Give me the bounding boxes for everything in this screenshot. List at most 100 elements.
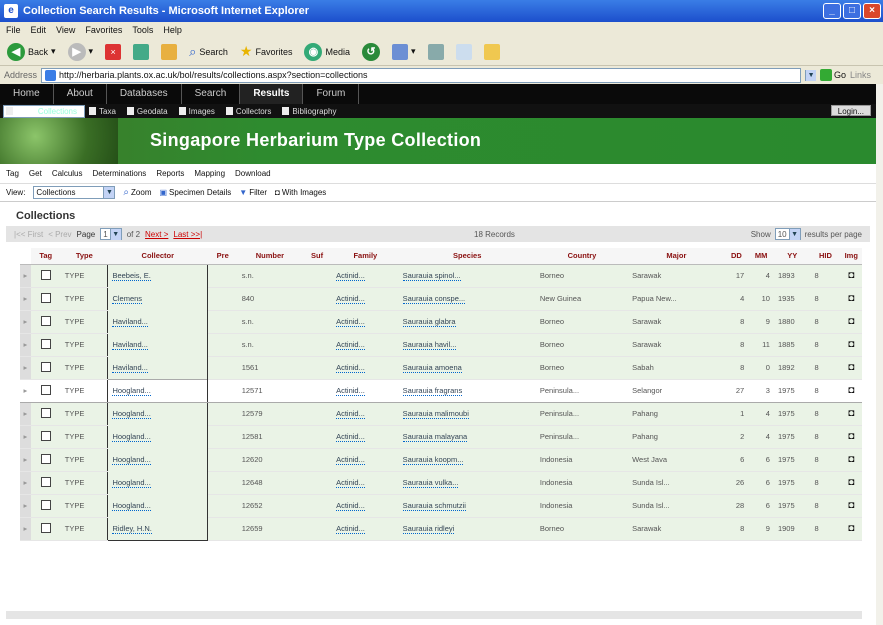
subnav-bibliography[interactable]: Bibliography xyxy=(282,107,343,116)
back-button[interactable]: ◀ Back ▾ xyxy=(4,41,59,63)
col-mm[interactable]: MM xyxy=(748,248,774,265)
row-expand-icon[interactable]: ▸ xyxy=(20,494,31,518)
appmenu-calculus[interactable]: Calculus xyxy=(52,169,83,178)
camera-icon[interactable]: ◘ xyxy=(840,517,862,541)
camera-icon[interactable]: ◘ xyxy=(840,448,862,472)
menu-file[interactable]: File xyxy=(6,25,21,35)
camera-icon[interactable]: ◘ xyxy=(840,471,862,495)
cell-collector[interactable]: Haviland... xyxy=(107,356,209,379)
specimen-details-button[interactable]: ▣ Specimen Details xyxy=(159,188,231,197)
col-family[interactable]: Family xyxy=(332,248,399,265)
last-page-link[interactable]: Last >>| xyxy=(173,230,202,239)
zoom-button[interactable]: ⌕ Zoom xyxy=(123,187,151,198)
cell-family[interactable]: Actinid... xyxy=(332,448,399,472)
search-button[interactable]: ⌕ Search xyxy=(186,41,231,63)
row-expand-icon[interactable]: ▸ xyxy=(20,356,31,380)
cell-species[interactable]: Saurauia fragrans xyxy=(398,378,536,403)
table-row[interactable]: ▸ TYPE Hoogland... 12581 Actinid... Saur… xyxy=(20,425,862,449)
subnav-geodata[interactable]: Geodata xyxy=(126,107,175,116)
row-expand-icon[interactable]: ▸ xyxy=(20,517,31,541)
first-page-link[interactable]: |<< First xyxy=(14,230,43,239)
cell-family[interactable]: Actinid... xyxy=(332,333,399,357)
cell-family[interactable]: Actinid... xyxy=(332,378,399,403)
col-dd[interactable]: DD xyxy=(724,248,749,265)
history-button[interactable]: ↺ xyxy=(359,41,383,63)
address-field[interactable]: http://herbaria.plants.ox.ac.uk/bol/resu… xyxy=(41,67,802,83)
cell-collector[interactable]: Clemens xyxy=(107,287,209,310)
subnav-collectors[interactable]: Collectors xyxy=(225,107,279,116)
table-row[interactable]: ▸ TYPE Haviland... 1561 Actinid... Saura… xyxy=(20,356,862,380)
cell-collector[interactable]: Haviland... xyxy=(107,310,209,333)
row-expand-icon[interactable]: ▸ xyxy=(20,471,31,495)
camera-icon[interactable]: ◘ xyxy=(840,310,862,334)
col-country[interactable]: Country xyxy=(535,248,629,265)
vertical-scrollbar[interactable] xyxy=(876,84,883,625)
with-images-button[interactable]: ◘ With Images xyxy=(275,188,326,197)
row-checkbox[interactable] xyxy=(40,407,51,418)
nav-about[interactable]: About xyxy=(54,84,107,104)
cell-species[interactable]: Saurauia amoena xyxy=(398,356,536,380)
row-checkbox[interactable] xyxy=(40,338,51,349)
cell-species[interactable]: Saurauia malayana xyxy=(398,425,536,449)
close-button[interactable]: × xyxy=(863,3,881,19)
login-button[interactable]: Login... xyxy=(830,105,871,116)
table-row[interactable]: ▸ TYPE Hoogland... 12648 Actinid... Saur… xyxy=(20,471,862,495)
menu-edit[interactable]: Edit xyxy=(31,25,47,35)
col-species[interactable]: Species xyxy=(398,248,536,265)
col-collector[interactable]: Collector xyxy=(107,248,208,265)
row-checkbox[interactable] xyxy=(40,430,51,441)
cell-family[interactable]: Actinid... xyxy=(332,287,399,311)
row-expand-icon[interactable]: ▸ xyxy=(20,378,31,403)
cell-collector[interactable]: Ridley, H.N. xyxy=(107,517,209,541)
stop-button[interactable]: × xyxy=(102,41,124,63)
cell-species[interactable]: Saurauia glabra xyxy=(398,310,536,334)
camera-icon[interactable]: ◘ xyxy=(840,378,862,403)
folder-button[interactable] xyxy=(481,41,503,63)
cell-family[interactable]: Actinid... xyxy=(332,310,399,334)
row-expand-icon[interactable]: ▸ xyxy=(20,287,31,311)
table-row[interactable]: ▸ TYPE Haviland... s.n. Actinid... Saura… xyxy=(20,310,862,334)
camera-icon[interactable]: ◘ xyxy=(840,356,862,380)
page-size-select[interactable]: 10 ▼ xyxy=(774,228,801,240)
table-row[interactable]: ▸ TYPE Hoogland... 12652 Actinid... Saur… xyxy=(20,494,862,518)
appmenu-determinations[interactable]: Determinations xyxy=(93,169,147,178)
subnav-collections[interactable]: Collections xyxy=(3,104,85,118)
cell-family[interactable]: Actinid... xyxy=(332,356,399,380)
cell-collector[interactable]: Hoogland... xyxy=(107,494,209,517)
camera-icon[interactable]: ◘ xyxy=(840,494,862,518)
nav-databases[interactable]: Databases xyxy=(107,84,182,104)
row-checkbox[interactable] xyxy=(40,453,51,464)
cell-species[interactable]: Saurauia koopm... xyxy=(398,448,536,472)
forward-button[interactable]: ▶ ▾ xyxy=(65,41,97,63)
row-expand-icon[interactable]: ▸ xyxy=(20,425,31,449)
subnav-images[interactable]: Images xyxy=(178,107,222,116)
col-major[interactable]: Major xyxy=(628,248,725,265)
col-yy[interactable]: YY xyxy=(773,248,811,265)
menu-tools[interactable]: Tools xyxy=(132,25,153,35)
filter-button[interactable]: ▼ Filter xyxy=(239,188,267,197)
refresh-button[interactable] xyxy=(130,41,152,63)
row-expand-icon[interactable]: ▸ xyxy=(20,333,31,357)
row-checkbox[interactable] xyxy=(40,522,51,533)
nav-search[interactable]: Search xyxy=(182,84,241,104)
view-select[interactable]: Collections ▼ xyxy=(33,186,116,199)
cell-species[interactable]: Saurauia malimoubi xyxy=(398,402,536,426)
cell-family[interactable]: Actinid... xyxy=(332,471,399,495)
cell-species[interactable]: Saurauia schmutzii xyxy=(398,494,536,518)
row-checkbox[interactable] xyxy=(40,499,51,510)
cell-collector[interactable]: Hoogland... xyxy=(107,378,209,403)
row-checkbox[interactable] xyxy=(40,315,51,326)
menu-favorites[interactable]: Favorites xyxy=(85,25,122,35)
row-checkbox[interactable] xyxy=(40,269,51,280)
home-button[interactable] xyxy=(158,41,180,63)
menu-help[interactable]: Help xyxy=(163,25,182,35)
cell-family[interactable]: Actinid... xyxy=(332,402,399,426)
cell-family[interactable]: Actinid... xyxy=(332,264,399,288)
go-button[interactable]: Go xyxy=(820,69,846,81)
cell-species[interactable]: Saurauia spinol... xyxy=(398,264,536,288)
cell-species[interactable]: Saurauia conspe... xyxy=(398,287,536,311)
col-tag[interactable]: Tag xyxy=(30,248,61,265)
favorites-button[interactable]: ★ Favorites xyxy=(237,41,296,63)
col-hid[interactable]: HID xyxy=(810,248,841,265)
table-row-highlighted[interactable]: ▸ TYPE Hoogland... 12571 Actinid... Saur… xyxy=(20,378,862,403)
